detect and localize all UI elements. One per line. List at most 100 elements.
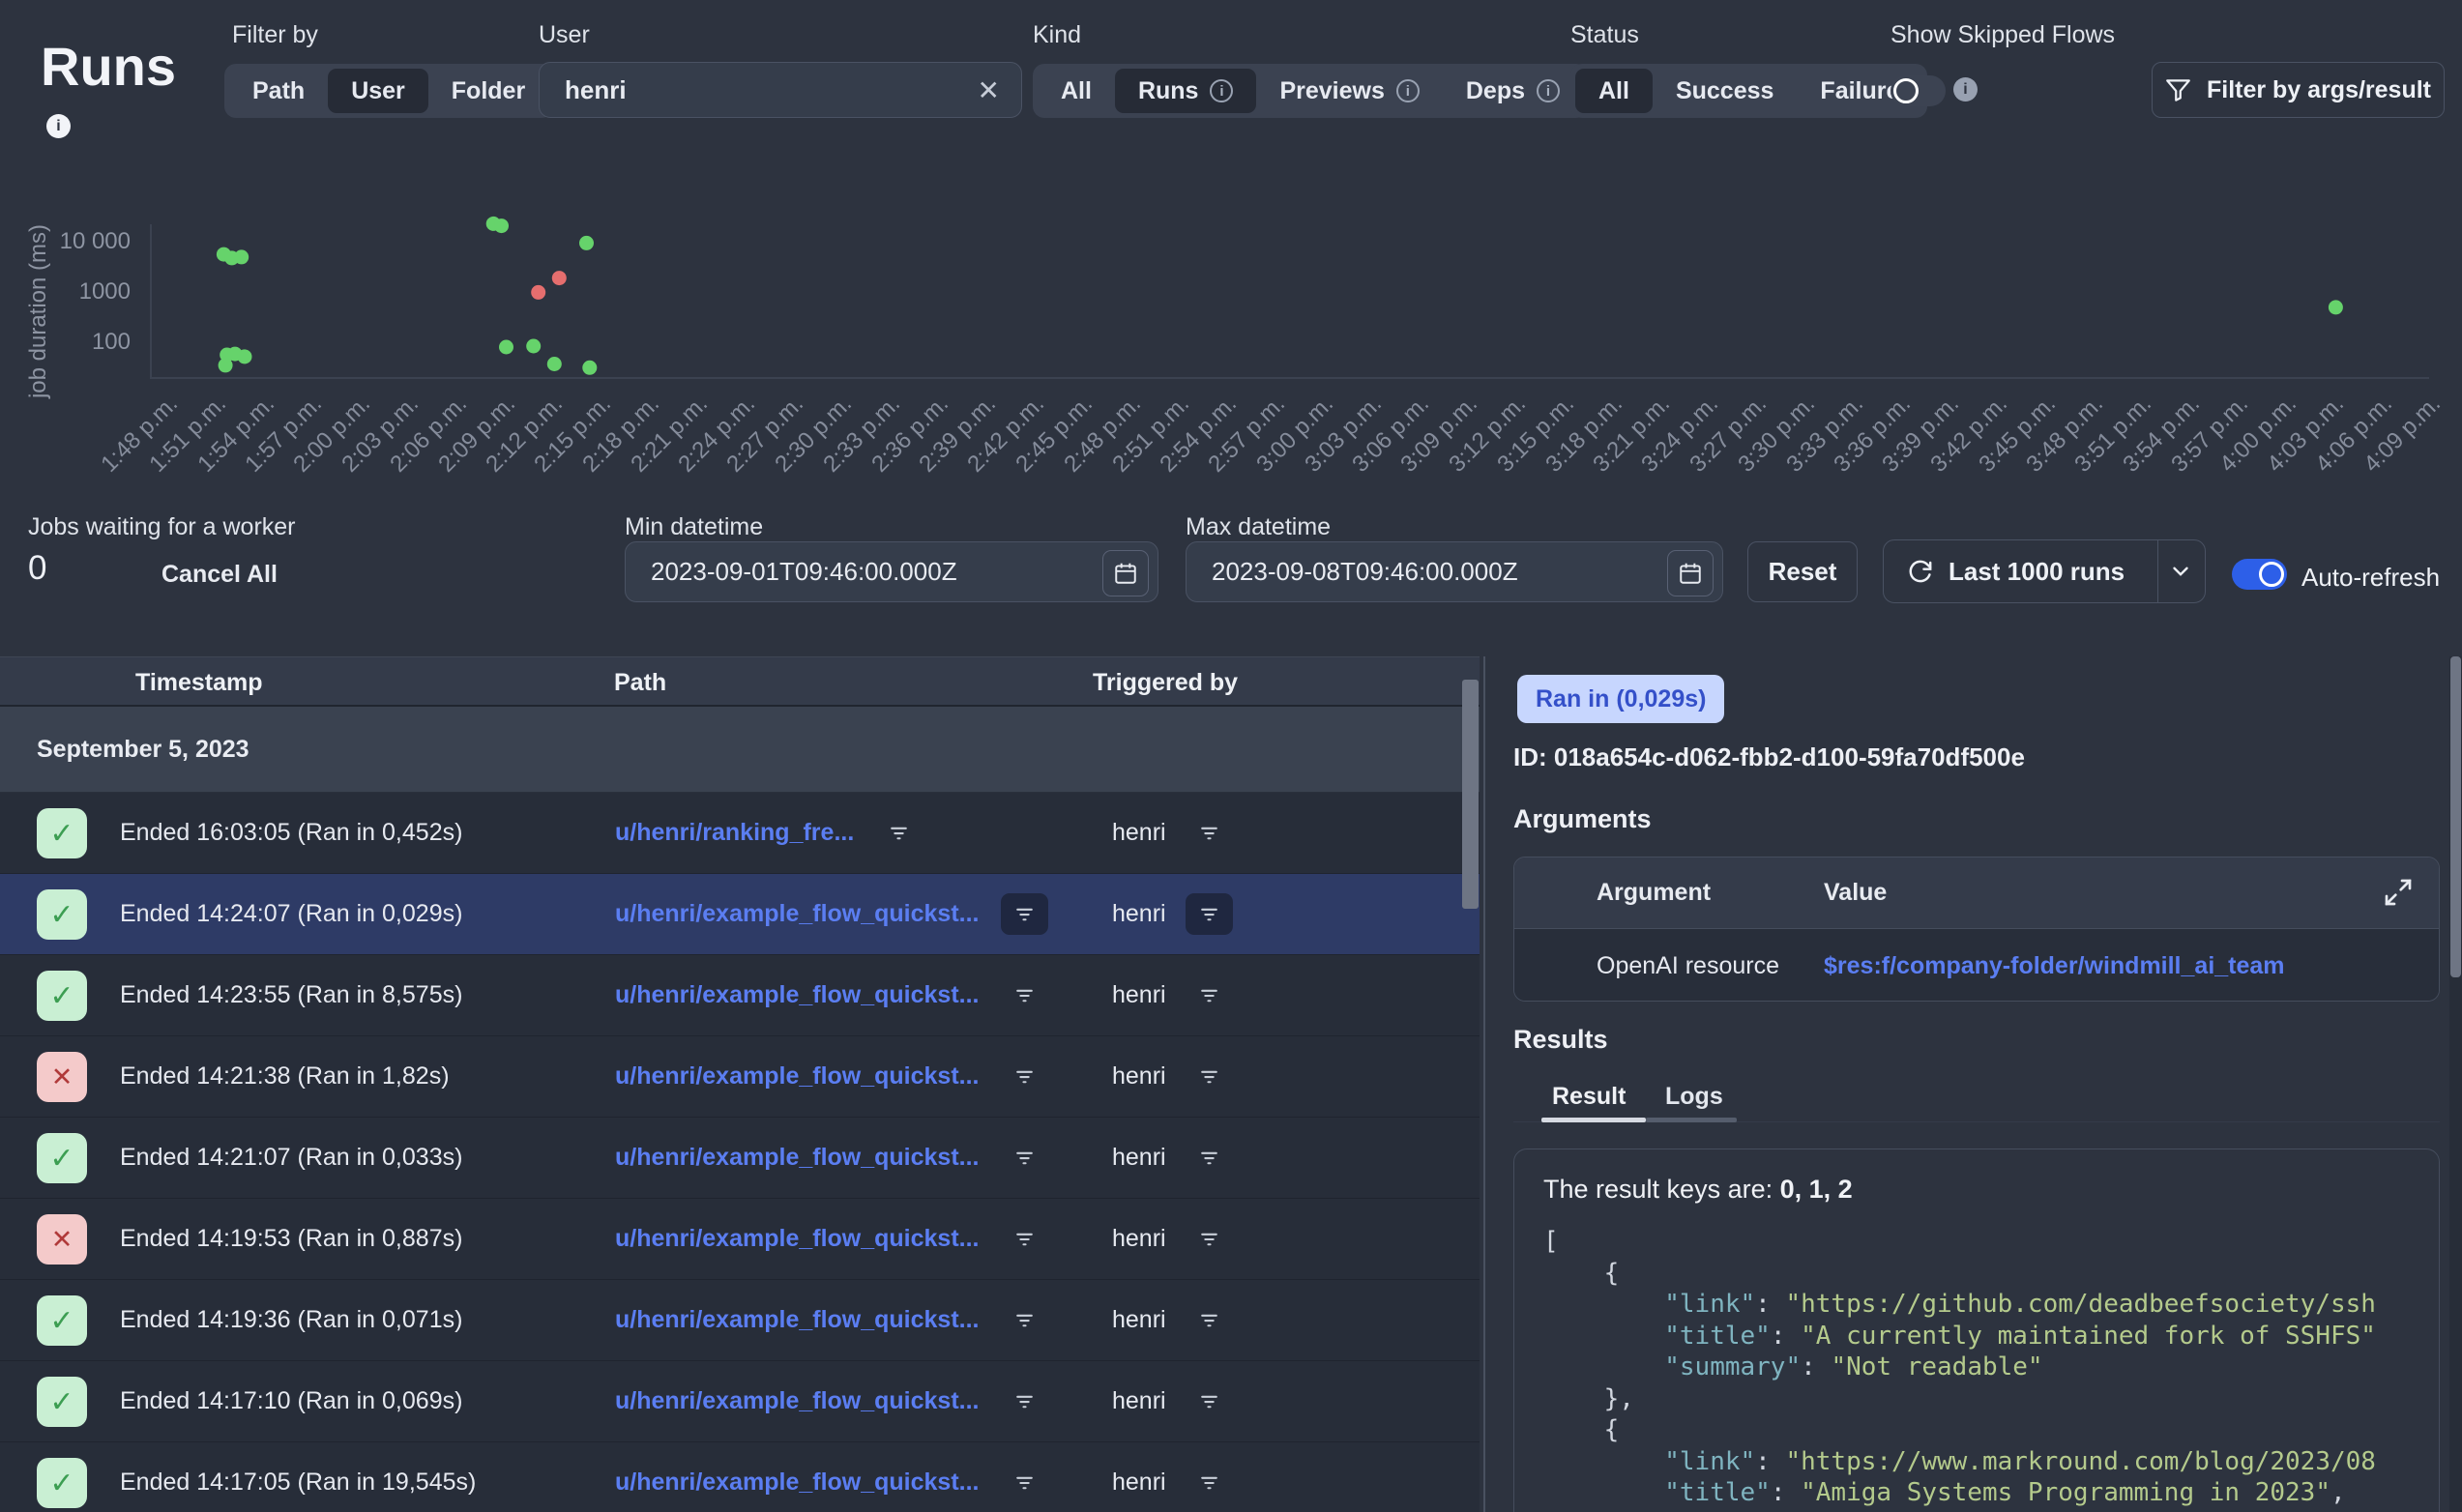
table-row[interactable]: ✓Ended 14:21:07 (Ran in 0,033s)u/henri/e… (0, 1118, 1480, 1199)
run-timestamp: Ended 14:19:53 (Ran in 0,887s) (120, 1199, 462, 1279)
run-path-link[interactable]: u/henri/example_flow_quickst... (615, 1062, 980, 1090)
run-path-link[interactable]: u/henri/example_flow_quickst... (615, 1144, 980, 1172)
run-timestamp: Ended 14:21:07 (Ran in 0,033s) (120, 1118, 462, 1198)
column-timestamp[interactable]: Timestamp (135, 669, 263, 697)
run-path-link[interactable]: u/henri/example_flow_quickst... (615, 1225, 980, 1253)
chart-point-success[interactable] (579, 236, 594, 250)
triggered-by-cell: henri (1112, 1442, 1233, 1512)
argument-value-link[interactable]: $res:f/company-folder/windmill_ai_team (1824, 952, 2285, 980)
filter-by-path-button[interactable] (1001, 1381, 1048, 1422)
run-path-link[interactable]: u/henri/example_flow_quickst... (615, 900, 980, 928)
success-check-icon: ✓ (37, 808, 87, 858)
chart-point-failure[interactable] (531, 285, 545, 300)
filter-by-user-button[interactable] (1186, 893, 1233, 935)
run-timestamp: Ended 14:24:07 (Ran in 0,029s) (120, 874, 462, 954)
run-timestamp: Ended 14:17:05 (Ran in 19,545s) (120, 1442, 476, 1512)
run-path-link[interactable]: u/henri/ranking_fre... (615, 819, 854, 847)
filter-by-path-button[interactable] (875, 812, 923, 854)
chart-point-success[interactable] (2329, 300, 2343, 314)
max-datetime-calendar-button[interactable] (1667, 550, 1714, 596)
chart-point-failure[interactable] (552, 271, 567, 285)
run-path-link[interactable]: u/henri/example_flow_quickst... (615, 1306, 980, 1334)
filter-by-path-button[interactable] (1001, 1299, 1048, 1341)
chart-point-success[interactable] (494, 218, 509, 233)
tab-result[interactable]: Result (1552, 1083, 1626, 1111)
triggered-by-user: henri (1112, 981, 1166, 1009)
triggered-by-user: henri (1112, 1225, 1166, 1253)
window-scrollbar-track[interactable] (2449, 656, 2462, 1512)
table-row[interactable]: ✓ Ended 16:03:05 (Ran in 0,452s) u/henri/r… (0, 793, 1480, 874)
reset-button[interactable]: Reset (1747, 541, 1858, 602)
filter-rows-icon (1197, 1064, 1221, 1089)
run-path-link[interactable]: u/henri/example_flow_quickst... (615, 1468, 980, 1497)
cancel-all-button[interactable]: Cancel All (161, 561, 278, 589)
filter-by-path-button[interactable] (1001, 974, 1048, 1016)
filter-by-user-button[interactable] (1186, 1218, 1233, 1260)
filter-by-user-button[interactable] (1186, 1381, 1233, 1422)
argument-name: OpenAI resource (1597, 952, 1779, 980)
path-cell: u/henri/example_flow_quickst... (615, 1199, 1048, 1279)
column-triggered-by[interactable]: Triggered by (1093, 669, 1238, 697)
chart-point-success[interactable] (547, 357, 562, 371)
filter-by-path-button[interactable] (1001, 1137, 1048, 1178)
run-path-link[interactable]: u/henri/example_flow_quickst... (615, 981, 980, 1009)
table-row[interactable]: ✓ Ended 14:23:55 (Ran in 8,575s) u/henri/e… (0, 955, 1480, 1036)
filter-by-user-button[interactable] (1186, 1462, 1233, 1503)
last-runs-button[interactable]: Last 1000 runs (1883, 539, 2206, 603)
filter-by-path-button[interactable] (1001, 1462, 1048, 1503)
chart-point-success[interactable] (499, 340, 513, 355)
triggered-by-user: henri (1112, 900, 1166, 928)
last-runs-dropdown-button[interactable] (2168, 559, 2193, 584)
results-title: Results (1513, 1025, 1608, 1055)
run-path-link[interactable]: u/henri/example_flow_quickst... (615, 1387, 980, 1415)
filter-by-path-button[interactable] (1001, 1218, 1048, 1260)
window-scrollbar-thumb[interactable] (2450, 656, 2461, 977)
run-timestamp: Ended 14:19:36 (Ran in 0,071s) (120, 1280, 462, 1360)
filter-by-path-button[interactable] (1001, 1056, 1048, 1097)
triggered-by-user: henri (1112, 1468, 1166, 1497)
run-timestamp: Ended 16:03:05 (Ran in 0,452s) (120, 793, 462, 873)
filter-rows-icon (1012, 1146, 1037, 1170)
triggered-by-cell: henri (1112, 1199, 1233, 1279)
json-line: "link": "https://github.com/deadbeefsoci… (1543, 1289, 2439, 1321)
filter-rows-icon (1012, 1308, 1037, 1332)
run-timestamp: Ended 14:23:55 (Ran in 8,575s) (120, 955, 462, 1035)
min-datetime-calendar-button[interactable] (1102, 550, 1149, 596)
filter-rows-icon (1197, 983, 1221, 1007)
filter-by-user-button[interactable] (1186, 1137, 1233, 1178)
filter-by-user-button[interactable] (1186, 812, 1233, 854)
triggered-by-user: henri (1112, 1144, 1166, 1172)
filter-rows-icon (887, 821, 911, 845)
max-datetime-input[interactable]: 2023-09-08T09:46:00.000Z (1186, 541, 1723, 602)
filter-by-user-button[interactable] (1186, 974, 1233, 1016)
json-line: "link": "https://www.markround.com/blog/… (1543, 1446, 2439, 1478)
success-check-icon: ✓ (37, 971, 87, 1021)
json-line: "summary": "Not readable" (1543, 1352, 2439, 1383)
table-row[interactable]: ✓Ended 14:17:05 (Ran in 19,545s)u/henri/… (0, 1442, 1480, 1512)
table-row[interactable]: ✕Ended 14:19:53 (Ran in 0,887s)u/henri/e… (0, 1199, 1480, 1280)
chart-point-success[interactable] (582, 361, 597, 375)
filter-rows-icon (1197, 1146, 1221, 1170)
chart-point-success[interactable] (238, 349, 252, 363)
filter-by-user-button[interactable] (1186, 1299, 1233, 1341)
min-datetime-input[interactable]: 2023-09-01T09:46:00.000Z (625, 541, 1158, 602)
chart-point-success[interactable] (234, 249, 249, 264)
expand-icon[interactable] (2383, 877, 2414, 908)
auto-refresh-toggle[interactable] (2232, 559, 2287, 590)
table-header: Timestamp Path Triggered by (0, 656, 1480, 707)
table-scrollbar[interactable] (1462, 680, 1479, 909)
filter-by-path-button[interactable] (1001, 893, 1048, 935)
filter-rows-icon (1197, 1470, 1221, 1495)
filter-by-user-button[interactable] (1186, 1056, 1233, 1097)
json-line: "summary": " (1543, 1509, 2439, 1512)
json-line: { (1543, 1258, 2439, 1290)
column-path[interactable]: Path (614, 669, 666, 697)
success-check-icon: ✓ (37, 889, 87, 940)
table-row[interactable]: ✓Ended 14:17:10 (Ran in 0,069s)u/henri/e… (0, 1361, 1480, 1442)
json-line: "title": "A currently maintained fork of… (1543, 1321, 2439, 1352)
table-row[interactable]: ✓Ended 14:19:36 (Ran in 0,071s)u/henri/e… (0, 1280, 1480, 1361)
chart-point-success[interactable] (526, 339, 541, 354)
table-row[interactable]: ✕Ended 14:21:38 (Ran in 1,82s)u/henri/ex… (0, 1036, 1480, 1118)
tab-logs[interactable]: Logs (1665, 1083, 1723, 1111)
table-row[interactable]: ✓ Ended 14:24:07 (Ran in 0,029s) u/henri/e… (0, 874, 1480, 955)
